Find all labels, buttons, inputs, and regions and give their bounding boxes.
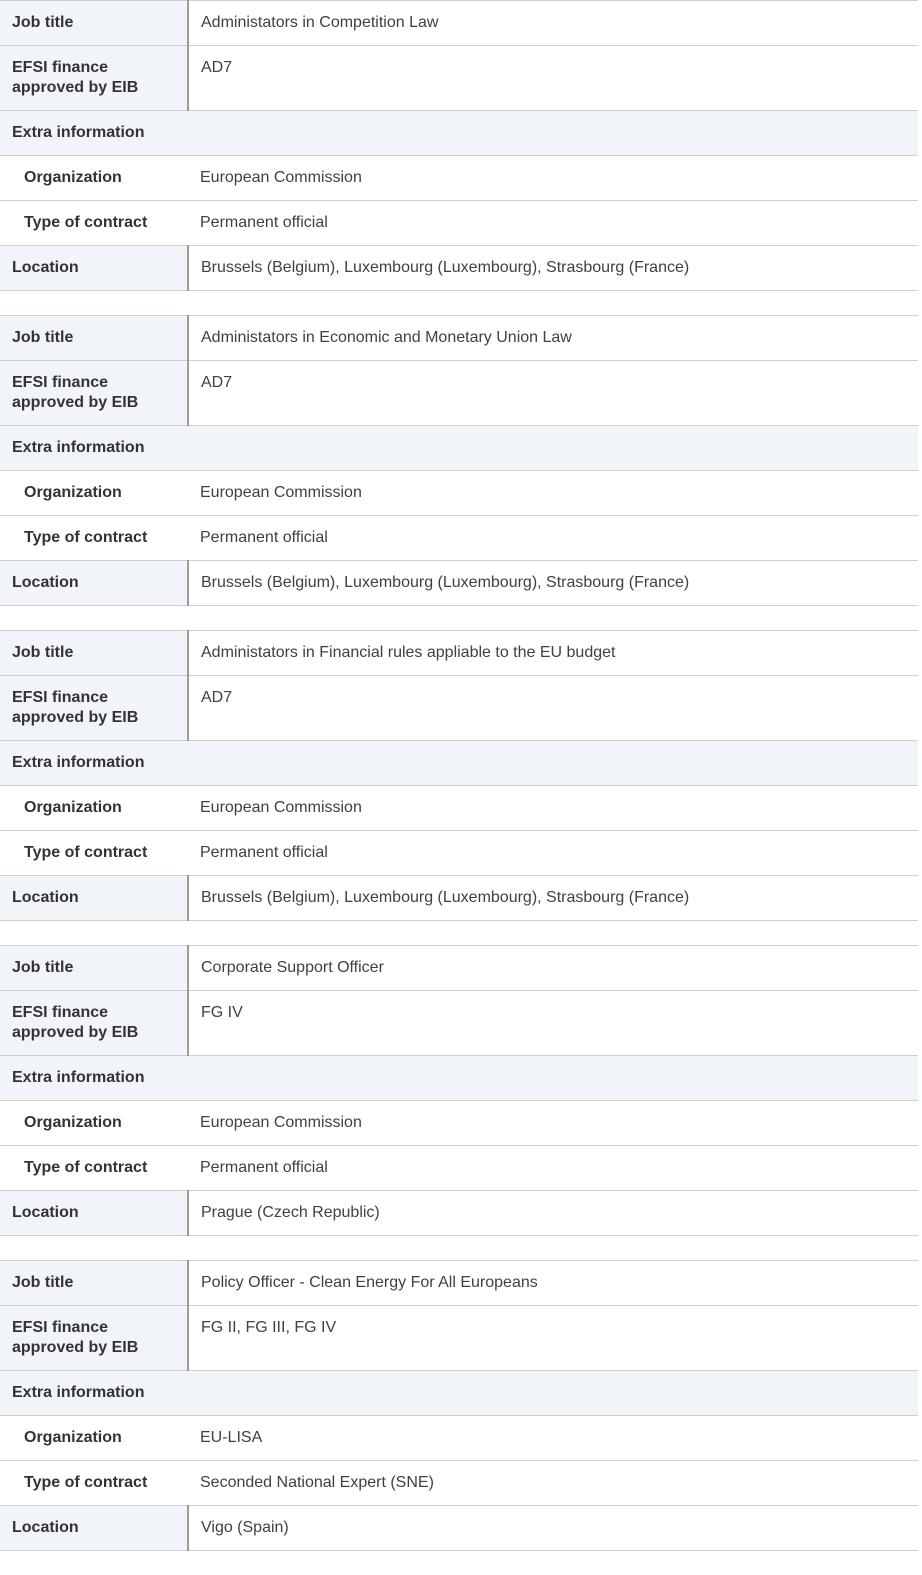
location-value: Brussels (Belgium), Luxembourg (Luxembou… bbox=[188, 560, 918, 606]
job-title-label: Job title bbox=[0, 1260, 189, 1306]
organization-label: Organization bbox=[0, 785, 188, 831]
job-card: Job title Administators in Competition L… bbox=[0, 0, 918, 291]
job-listings: Job title Administators in Competition L… bbox=[0, 0, 918, 1551]
job-title-label: Job title bbox=[0, 945, 189, 991]
location-value: Prague (Czech Republic) bbox=[188, 1190, 918, 1236]
extra-information-header: Extra information bbox=[0, 110, 918, 156]
job-card: Job title Corporate Support Officer EFSI… bbox=[0, 945, 918, 1236]
organization-label: Organization bbox=[0, 470, 188, 516]
job-title-label: Job title bbox=[0, 0, 189, 46]
location-value: Brussels (Belgium), Luxembourg (Luxembou… bbox=[188, 875, 918, 921]
contract-label: Type of contract bbox=[0, 200, 188, 246]
location-label: Location bbox=[0, 560, 189, 606]
organization-value: EU-LISA bbox=[188, 1415, 918, 1461]
contract-label: Type of contract bbox=[0, 1460, 188, 1506]
organization-label: Organization bbox=[0, 1100, 188, 1146]
job-card: Job title Administators in Financial rul… bbox=[0, 630, 918, 921]
organization-value: European Commission bbox=[188, 1100, 918, 1146]
job-title-value: Administators in Economic and Monetary U… bbox=[188, 315, 918, 361]
grade-value: AD7 bbox=[188, 45, 918, 111]
job-title-value: Corporate Support Officer bbox=[188, 945, 918, 991]
job-title-value: Policy Officer - Clean Energy For All Eu… bbox=[188, 1260, 918, 1306]
location-value: Vigo (Spain) bbox=[188, 1505, 918, 1551]
organization-label: Organization bbox=[0, 155, 188, 201]
job-title-value: Administators in Competition Law bbox=[188, 0, 918, 46]
job-title-label: Job title bbox=[0, 315, 189, 361]
efsi-label: EFSI finance approved by EIB bbox=[0, 675, 189, 741]
contract-value: Permanent official bbox=[188, 1145, 918, 1191]
location-label: Location bbox=[0, 245, 189, 291]
efsi-label: EFSI finance approved by EIB bbox=[0, 990, 189, 1056]
contract-label: Type of contract bbox=[0, 830, 188, 876]
efsi-label: EFSI finance approved by EIB bbox=[0, 1305, 189, 1371]
contract-label: Type of contract bbox=[0, 1145, 188, 1191]
extra-information-header: Extra information bbox=[0, 425, 918, 471]
location-label: Location bbox=[0, 875, 189, 921]
efsi-label: EFSI finance approved by EIB bbox=[0, 360, 189, 426]
grade-value: AD7 bbox=[188, 675, 918, 741]
grade-value: AD7 bbox=[188, 360, 918, 426]
location-label: Location bbox=[0, 1190, 189, 1236]
contract-value: Permanent official bbox=[188, 200, 918, 246]
contract-value: Permanent official bbox=[188, 830, 918, 876]
contract-value: Permanent official bbox=[188, 515, 918, 561]
contract-label: Type of contract bbox=[0, 515, 188, 561]
location-label: Location bbox=[0, 1505, 189, 1551]
job-title-label: Job title bbox=[0, 630, 189, 676]
job-card: Job title Administators in Economic and … bbox=[0, 315, 918, 606]
grade-value: FG II, FG III, FG IV bbox=[188, 1305, 918, 1371]
extra-information-header: Extra information bbox=[0, 1370, 918, 1416]
job-title-value: Administators in Financial rules appliab… bbox=[188, 630, 918, 676]
efsi-label: EFSI finance approved by EIB bbox=[0, 45, 189, 111]
organization-value: European Commission bbox=[188, 470, 918, 516]
extra-information-header: Extra information bbox=[0, 740, 918, 786]
organization-value: European Commission bbox=[188, 785, 918, 831]
organization-label: Organization bbox=[0, 1415, 188, 1461]
location-value: Brussels (Belgium), Luxembourg (Luxembou… bbox=[188, 245, 918, 291]
extra-information-header: Extra information bbox=[0, 1055, 918, 1101]
grade-value: FG IV bbox=[188, 990, 918, 1056]
organization-value: European Commission bbox=[188, 155, 918, 201]
job-card: Job title Policy Officer - Clean Energy … bbox=[0, 1260, 918, 1551]
contract-value: Seconded National Expert (SNE) bbox=[188, 1460, 918, 1506]
